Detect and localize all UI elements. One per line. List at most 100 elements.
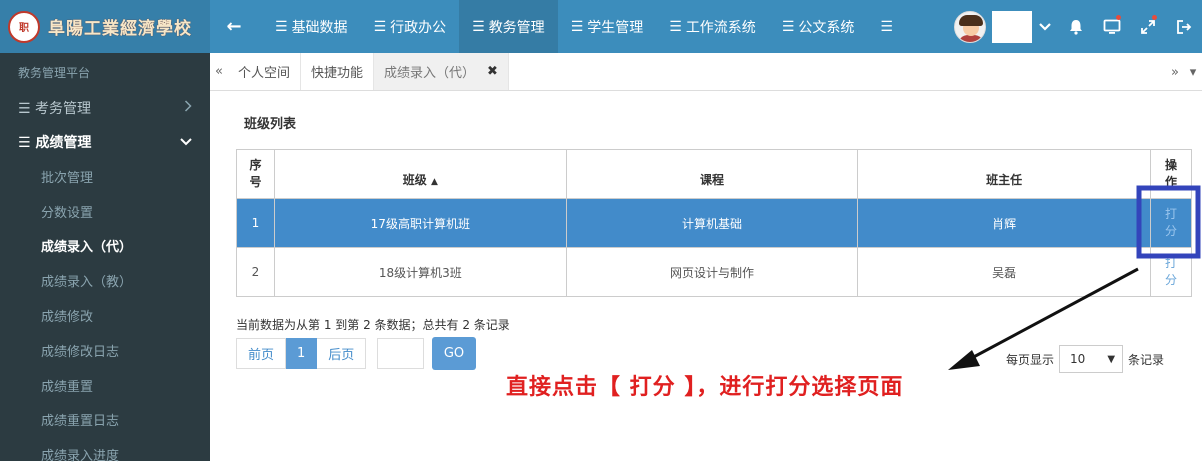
nav-more-menu[interactable]: ☰ [867,0,910,53]
annotation-note: 直接点击【 打分 】，进行打分选择页面 [506,375,904,400]
menu-icon: ☰ [880,18,893,35]
next-page-button[interactable]: 后页 [317,338,367,369]
class-table: 序号 班级 ▲ 课程 班主任 操作 1 17级高职计算机班 计算机基础 肖辉 打… [236,149,1192,297]
sidebar-group-label: 成绩管理 [35,135,92,151]
nav-label: 学生管理 [587,19,644,36]
chevron-down-icon[interactable] [1032,0,1058,53]
nav-item-students[interactable]: ☰ 学生管理 [558,0,657,53]
sidebar-item-score-settings[interactable]: 分数设置 [0,194,210,229]
sidebar-group-exams[interactable]: ☰ 考务管理 [0,91,210,125]
menu-icon: ☰ [781,18,795,35]
cell-class: 17级高职计算机班 [273,198,567,248]
nav-label: 教务管理 [488,19,545,36]
chevron-down-icon [180,134,192,150]
cell-index: 2 [236,247,275,297]
cell-course: 网页设计与制作 [565,247,859,297]
logout-icon[interactable] [1166,0,1202,53]
pagination: 前页 1 后页 [236,338,367,369]
go-button[interactable]: GO [432,337,476,370]
col-header-course[interactable]: 课程 [565,149,859,199]
sidebar-item-grade-reset-log[interactable]: 成绩重置日志 [0,403,210,438]
page-number-button[interactable]: 1 [286,338,318,369]
page-jump-input[interactable] [377,338,424,369]
main-content: 班级列表 序号 班级 ▲ 课程 班主任 操作 1 17级高职计算机班 计算机基础… [210,91,1202,461]
sidebar-item-grade-entry-teacher[interactable]: 成绩录入（教） [0,263,210,298]
col-header-action: 操作 [1150,149,1192,199]
sort-asc-icon: ▲ [430,177,438,187]
chevron-right-icon [184,100,192,116]
tab-grade-entry-proxy[interactable]: 成绩录入（代） ✖ [374,53,509,90]
grade-link[interactable]: 打分 [1164,206,1178,240]
monitor-icon[interactable] [1094,0,1130,53]
pager-info: 当前数据为从第 1 到第 2 条数据；总共有 2 条记录 [236,318,510,332]
grade-link[interactable]: 打分 [1164,255,1178,289]
table-row[interactable]: 2 18级计算机3班 网页设计与制作 吴磊 打分 [236,247,1192,297]
tab-personal-space[interactable]: 个人空间 [228,53,302,90]
sidebar-group-label: 考务管理 [35,101,92,117]
tab-label: 快捷功能 [311,66,364,81]
nav-item-academic[interactable]: ☰ 教务管理 [459,0,558,53]
sidebar-item-grade-progress[interactable]: 成绩录入进度 [0,437,210,472]
cell-action: 打分 [1150,198,1192,248]
user-avatar[interactable] [954,10,986,43]
col-header-index[interactable]: 序号 [236,149,275,199]
table-header-row: 序号 班级 ▲ 课程 班主任 操作 [236,149,1192,199]
arrow-left-icon[interactable]: ← [216,0,252,53]
menu-icon: ☰ [275,18,288,35]
sidebar-item-grade-reset[interactable]: 成绩重置 [0,368,210,403]
double-chevron-left-icon[interactable]: « [210,53,228,90]
prev-page-button[interactable]: 前页 [236,338,287,369]
school-name: 阜陽工業經濟學校 [48,19,192,39]
caret-down-icon: ▼ [1107,353,1116,365]
nav-label: 工作流系统 [685,19,756,36]
sidebar-item-grade-edit[interactable]: 成绩修改 [0,298,210,333]
close-icon[interactable]: ✖ [487,64,498,79]
tab-label: 个人空间 [238,66,291,81]
sidebar: 教务管理平台 ☰ 考务管理 ☰ 成绩管理 批次管理 分数设置 成绩录入（代） 成… [0,53,210,464]
table-row[interactable]: 1 17级高职计算机班 计算机基础 肖辉 打分 [236,198,1192,248]
top-navbar: 职 阜陽工業經濟學校 ← ☰ 基础数据 ☰ 行政办公 ☰ 教务管理 ☰ 学生管理 ☰ 工作… [0,0,1202,53]
per-page-value: 10 [1070,352,1086,366]
col-header-teacher[interactable]: 班主任 [857,149,1151,199]
cell-class: 18级计算机3班 [273,247,567,297]
per-page-select[interactable]: 10 ▼ [1059,345,1124,373]
caret-down-icon[interactable]: ▾ [1184,53,1202,91]
tab-shortcuts[interactable]: 快捷功能 [301,53,375,90]
nav-item-documents[interactable]: ☰ 公文系统 [769,0,868,53]
nav-item-workflow[interactable]: ☰ 工作流系统 [656,0,769,53]
user-name-box[interactable] [992,10,1032,43]
menu-icon: ☰ [669,18,682,35]
nav-item-basic-data[interactable]: ☰ 基础数据 [262,0,361,53]
menu-icon: ☰ [570,18,584,35]
tab-bar: « 个人空间 快捷功能 成绩录入（代） ✖ » ▾ [210,53,1202,91]
cell-course: 计算机基础 [565,198,859,248]
section-title: 班级列表 [244,117,297,132]
sidebar-item-grade-entry-proxy[interactable]: 成绩录入（代） [0,229,210,264]
header-tools [954,0,1202,53]
menu-icon: ☰ [373,18,387,35]
menu-icon: ☰ [472,18,485,35]
school-logo[interactable]: 职 阜陽工業經濟學校 [0,0,210,53]
nav-item-admin-office[interactable]: ☰ 行政办公 [361,0,460,53]
nav-label: 公文系统 [798,19,855,36]
tab-label: 成绩录入（代） [384,66,476,81]
main-nav: ☰ 基础数据 ☰ 行政办公 ☰ 教务管理 ☰ 学生管理 ☰ 工作流系统 ☰ 公文系统 ☰ [262,0,910,53]
col-header-class[interactable]: 班级 ▲ [273,149,567,199]
per-page-control: 每页显示 10 ▼ 条记录 [1006,345,1164,373]
menu-icon: ☰ [18,135,31,151]
double-chevron-right-icon[interactable]: » [1166,53,1184,91]
sidebar-item-grade-edit-log[interactable]: 成绩修改日志 [0,333,210,368]
menu-icon: ☰ [18,101,31,117]
school-seal-icon: 职 [8,10,40,43]
sidebar-item-batch[interactable]: 批次管理 [0,159,210,194]
expand-icon[interactable] [1130,0,1166,53]
nav-label: 基础数据 [291,19,348,36]
sidebar-platform-title: 教务管理平台 [18,65,91,80]
bell-icon[interactable] [1058,0,1094,53]
cell-action: 打分 [1150,247,1192,297]
cell-index: 1 [236,198,275,248]
sidebar-group-grades[interactable]: ☰ 成绩管理 [0,125,210,159]
cell-teacher: 吴磊 [857,247,1151,297]
cell-teacher: 肖辉 [857,198,1151,248]
per-page-suffix: 条记录 [1128,352,1165,367]
